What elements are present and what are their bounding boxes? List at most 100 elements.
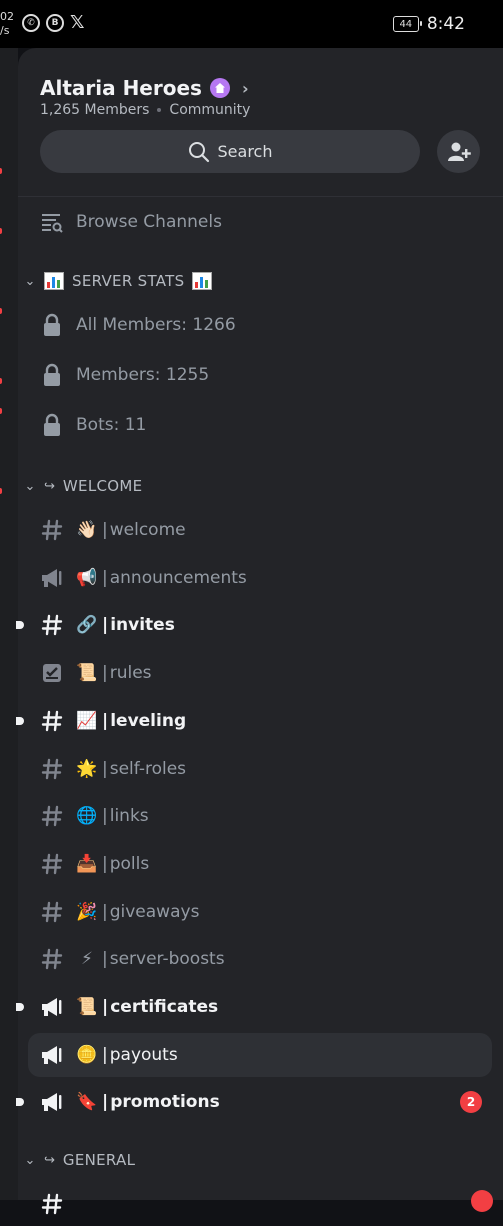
category-server-stats[interactable]: ⌄ SERVER STATS [24,266,213,296]
hashtag-icon [28,518,76,542]
channel-label: Bots: 11 [76,415,147,435]
channel-announcements[interactable]: 📢 | announcements [28,556,492,600]
invite-members-button[interactable] [437,130,480,173]
hashtag-icon [28,900,76,924]
member-count: 1,265 Members [40,102,150,118]
channel-promotions[interactable]: 🔖 | promotions 2 [16,1080,492,1124]
stats-channel-row[interactable]: All Members: 1266 [28,303,492,347]
channel-name: 📥 | polls [76,854,149,874]
hashtag-icon [28,804,76,828]
server-header[interactable]: Altaria Heroes › [40,76,249,100]
mention-count-badge: 2 [460,1091,482,1114]
chevron-down-icon: ⌄ [24,273,36,289]
channel-separator: | [102,853,108,874]
channel-polls[interactable]: 📥 | polls [28,842,492,886]
channel-name: 🔖 | promotions [76,1092,219,1113]
channel-label: leveling [110,710,187,731]
channel-name: 🪙 | payouts [76,1044,178,1065]
channel-rules[interactable]: 📜 | rules [28,651,492,695]
category-label: GENERAL [62,1151,136,1169]
unread-indicator [16,716,24,725]
category-label: SERVER STATS [72,272,185,290]
channel-links[interactable]: 🌐 | links [28,794,492,838]
mention-count-badge [471,1190,493,1212]
channel-name: 👋🏻 | welcome [76,520,186,540]
channel-emoji: 📈 [76,710,98,731]
channel-separator: | [102,901,108,922]
lock-icon [28,413,76,437]
unread-indicator [16,1098,24,1107]
channel-separator: | [102,615,109,636]
bar-chart-icon [44,272,64,290]
rail-indicator [0,308,2,314]
megaphone-icon [28,1091,76,1113]
category-welcome[interactable]: ⌄ ↪ WELCOME [24,471,143,501]
stats-channel-row[interactable]: Members: 1255 [28,353,492,397]
browse-channels-label: Browse Channels [76,212,222,232]
server-type: Community [169,102,251,118]
channel-emoji: ⚡ [81,949,93,970]
channel-self-roles[interactable]: 🌟 | self-roles [28,747,492,791]
bar-chart-icon [192,272,213,290]
channel-name: 📜 | rules [76,663,152,684]
unread-indicator [16,1003,24,1011]
channel-separator: | [102,710,109,731]
lock-icon [28,313,76,337]
chevron-down-icon: ⌄ [24,478,36,494]
channel-label: polls [109,853,150,874]
channel-label: welcome [109,520,186,540]
whatsapp-icon: ✆ [22,14,40,32]
unread-indicator [16,621,24,630]
rail-indicator [0,488,2,494]
rail-indicator [0,378,2,384]
notification-icons: ✆ B 𝕏 [22,14,85,32]
rail-indicator [0,408,2,414]
b-app-icon: B [46,14,64,32]
channel-payouts[interactable]: 🪙 | payouts [28,1032,492,1077]
status-bar: 02 /s ✆ B 𝕏 44 8:42 [0,0,503,48]
channel-emoji: 🌐 [76,806,98,827]
search-button[interactable]: Search [40,130,420,173]
channel-emoji: 🔗 [76,615,98,636]
channel-name: 📜 | certificates [76,997,218,1017]
channel-row-partial[interactable] [28,1182,492,1226]
channel-label: payouts [109,1044,178,1065]
channel-name: 🎉 | giveaways [76,902,199,922]
category-label: WELCOME [62,477,143,495]
channel-separator: | [102,520,108,540]
channel-label: Members: 1255 [76,365,210,385]
channel-invites[interactable]: 🔗 | invites [16,603,492,647]
chevron-right-icon: › [241,78,249,98]
channel-separator: | [102,663,108,684]
divider [18,196,503,197]
channel-leveling[interactable]: 📈 | leveling [16,699,492,743]
channel-emoji: 🎉 [76,901,98,922]
channel-label: announcements [109,567,247,588]
rail-indicator [0,168,2,174]
clock: 8:42 [426,14,465,34]
channel-server-boosts[interactable]: ⚡ | server-boosts [28,937,492,981]
channel-name: 📢 | announcements [76,567,247,588]
channel-list-panel: Altaria Heroes › 1,265 Members Community… [16,48,503,1215]
channel-emoji: 🌟 [76,758,98,779]
channel-separator: | [102,1092,109,1113]
stats-channel-row[interactable]: Bots: 11 [28,403,492,447]
channel-welcome[interactable]: 👋🏻 | welcome [28,508,492,552]
arrow-prefix: ↪ [44,478,55,494]
category-general[interactable]: ⌄ ↪ GENERAL [24,1145,135,1175]
hashtag-icon [28,757,76,781]
channel-separator: | [102,567,108,588]
x-icon: 𝕏 [70,12,85,33]
channel-label: certificates [110,997,219,1017]
browse-channels-button[interactable]: Browse Channels [28,200,492,244]
channel-name: ⚡ | server-boosts [76,949,225,969]
hashtag-icon [28,852,76,876]
channel-certificates[interactable]: 📜 | certificates [16,985,492,1029]
channel-label: self-roles [109,758,187,779]
channel-giveaways[interactable]: 🎉 | giveaways [28,890,492,934]
channel-label: All Members: 1266 [76,315,236,335]
rules-icon [28,662,76,684]
channel-label: rules [109,663,152,684]
network-speed: 02 /s [0,10,14,37]
channel-emoji: 📜 [76,997,98,1017]
